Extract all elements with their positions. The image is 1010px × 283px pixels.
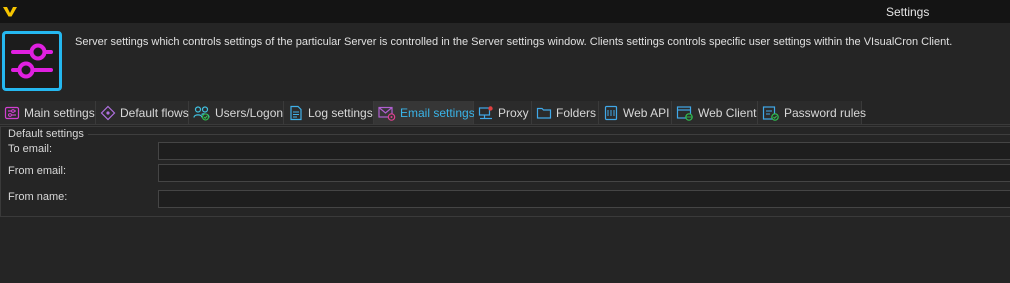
users-icon <box>193 105 210 121</box>
tab-label: Email settings <box>400 105 475 120</box>
tab-label: Default flows <box>120 105 189 120</box>
header-description: Server settings which controls settings … <box>75 36 953 48</box>
tab-email-settings[interactable]: Email settings <box>374 101 475 124</box>
proxy-network-icon <box>478 105 493 119</box>
window-title: Settings <box>886 5 930 19</box>
tab-label: Proxy <box>498 105 529 120</box>
web-client-icon <box>676 105 693 121</box>
to-email-label: To email: <box>8 143 53 155</box>
tab-default-flows[interactable]: Default flows <box>96 101 189 124</box>
tab-web-client[interactable]: Web Client <box>672 101 758 124</box>
from-email-input[interactable] <box>158 164 1010 182</box>
tab-main-settings[interactable]: Main settings <box>0 101 96 124</box>
folder-icon <box>536 107 552 119</box>
web-api-icon <box>604 105 618 120</box>
email-gear-icon <box>378 106 396 121</box>
tab-proxy[interactable]: Proxy <box>474 101 532 124</box>
tab-log-settings[interactable]: Log settings <box>284 101 374 124</box>
tab-label: Password rules <box>784 105 867 120</box>
log-document-icon <box>290 105 302 120</box>
tab-label: Main settings <box>24 105 95 120</box>
group-divider <box>88 134 1010 135</box>
password-check-icon <box>762 105 779 121</box>
tab-users-logon[interactable]: Users/Logon <box>189 101 284 124</box>
title-bar: Settings <box>0 0 1010 23</box>
tab-password-rules[interactable]: Password rules <box>758 101 866 124</box>
tab-label: Log settings <box>308 105 373 120</box>
visualcron-logo-icon <box>3 7 17 17</box>
from-name-input[interactable] <box>158 190 1010 208</box>
from-name-label: From name: <box>8 191 68 203</box>
tab-folders[interactable]: Folders <box>532 101 599 124</box>
settings-tab-bar: Main settings Default flows Users/Logon … <box>0 101 1010 125</box>
tab-label: Web Client <box>698 105 757 120</box>
to-email-input[interactable] <box>158 142 1010 160</box>
settings-list-icon <box>4 106 20 119</box>
tab-label: Users/Logon <box>215 105 284 120</box>
sliders-icon <box>2 31 62 91</box>
from-email-label: From email: <box>8 165 67 177</box>
tab-web-api[interactable]: Web API <box>599 101 672 124</box>
tab-label: Folders <box>556 105 597 120</box>
group-title-default-settings: Default settings <box>8 128 84 140</box>
flow-diamond-icon <box>100 105 116 120</box>
tab-label: Web API <box>623 105 670 120</box>
